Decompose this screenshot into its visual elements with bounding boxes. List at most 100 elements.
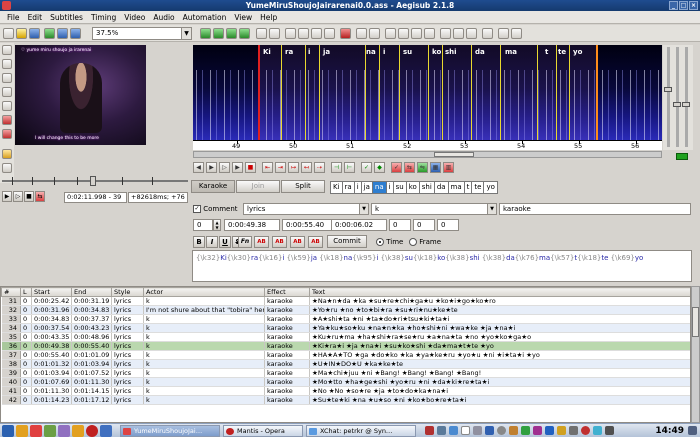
karaoke-boundary[interactable] <box>500 45 501 140</box>
home-folder-icon[interactable] <box>16 425 28 437</box>
table-row[interactable]: 39 0 0:01:03.94 0:01:07.52 lyrics k karaoke ★Ma… <box>1 368 690 378</box>
options-icon[interactable] <box>482 28 493 39</box>
shadow-color-button[interactable]: AB <box>308 236 323 248</box>
margin-right-field[interactable]: 0 <box>413 219 435 231</box>
minimize-button[interactable]: _ <box>669 1 678 10</box>
tray-icon[interactable] <box>557 426 566 435</box>
auto-scroll-icon[interactable]: ⇋ <box>417 162 428 173</box>
video-display[interactable]: ♡ yume miru shoujo ja irarenai I will ch… <box>15 45 146 145</box>
audio-selection[interactable] <box>258 45 596 140</box>
time-radio-dot[interactable] <box>376 238 384 246</box>
network-tray-icon[interactable] <box>437 426 446 435</box>
video-time-field[interactable]: 0:02:11.998 - 39 <box>64 192 127 203</box>
grid-sort-icon[interactable] <box>453 28 464 39</box>
autoscroll-icon[interactable]: ⇆ <box>35 191 45 202</box>
karaoke-boundary[interactable] <box>319 45 320 140</box>
subtitle-grid[interactable]: # L Start End Style Actor Effect Text 31… <box>0 286 691 423</box>
launcher-icon[interactable] <box>44 425 56 437</box>
menu-view[interactable]: View <box>230 13 256 22</box>
effect-field[interactable]: karaoke <box>499 203 691 215</box>
play-line-audio-icon[interactable]: ▶ <box>232 162 243 173</box>
timing-postprocessor-icon[interactable] <box>311 28 322 39</box>
secondary-color-button[interactable]: AB <box>272 236 287 248</box>
karaoke-syllable[interactable]: da <box>433 181 449 194</box>
play-500-before-icon[interactable]: ⇤ <box>262 162 273 173</box>
new-file-icon[interactable] <box>3 28 14 39</box>
karaoke-boundary[interactable] <box>556 45 557 140</box>
open-file-icon[interactable] <box>16 28 27 39</box>
bluetooth-tray-icon[interactable] <box>485 426 494 435</box>
table-row[interactable]: 33 0 0:00:34.83 0:00:37.37 lyrics k karaoke ★A★… <box>1 314 690 324</box>
karaoke-boundary[interactable] <box>305 45 306 140</box>
layer-spin[interactable]: 0 <box>193 219 213 231</box>
task-opera[interactable]: Mantis - Opera <box>223 425 303 437</box>
attachments-icon[interactable] <box>226 28 237 39</box>
kde-menu-icon[interactable] <box>2 425 14 437</box>
tray-icon[interactable] <box>449 426 458 435</box>
column-actor[interactable]: Actor <box>143 287 265 297</box>
drag-tool-icon[interactable] <box>2 59 12 69</box>
translation-icon[interactable] <box>285 28 296 39</box>
clip-icon[interactable] <box>2 115 12 125</box>
play-icon[interactable]: ▶ <box>2 191 12 202</box>
column-text[interactable]: Text <box>309 287 690 297</box>
menu-help[interactable]: Help <box>256 13 281 22</box>
column-start[interactable]: Start <box>31 287 72 297</box>
jump-start-icon[interactable] <box>57 28 68 39</box>
column-end[interactable]: End <box>71 287 112 297</box>
commit-check-icon[interactable]: ✓ <box>361 162 372 173</box>
app-icon[interactable] <box>2 1 11 10</box>
vector-clip-icon[interactable] <box>2 129 12 139</box>
medusa-mode-icon[interactable]: ▥ <box>443 162 454 173</box>
play-last-500-icon[interactable]: ↤ <box>301 162 312 173</box>
tray-icon[interactable] <box>581 426 590 435</box>
table-row[interactable]: 41 0 0:01:11.30 0:01:14.15 lyrics k karaoke ★No… <box>1 386 690 396</box>
lead-out-icon[interactable]: ⊢ <box>344 162 355 173</box>
outline-color-button[interactable]: AB <box>290 236 305 248</box>
audio-horizontal-scrollbar[interactable] <box>193 151 662 158</box>
table-row[interactable]: 42 0 0:01:14.23 0:01:17.12 lyrics k karaoke ★Su… <box>1 395 690 405</box>
karaoke-toggle-button[interactable]: Karaoke <box>191 180 235 193</box>
tray-icon[interactable] <box>593 426 602 435</box>
karaoke-boundary[interactable] <box>399 45 400 140</box>
rotate-z-icon[interactable] <box>2 73 12 83</box>
grid-vertical-scrollbar[interactable] <box>691 286 700 423</box>
tray-icon[interactable] <box>569 426 578 435</box>
zoom-select[interactable]: 37.5% ▼ <box>92 27 192 40</box>
clock[interactable]: 14:49 <box>655 425 684 437</box>
column-layer[interactable]: L <box>20 287 32 297</box>
karaoke-boundary[interactable] <box>471 45 472 140</box>
style-editor-icon[interactable] <box>269 28 280 39</box>
karaoke-boundary[interactable] <box>442 45 443 140</box>
menu-video[interactable]: Video <box>120 13 149 22</box>
play-selection-icon[interactable]: ▷ <box>219 162 230 173</box>
volume-slider[interactable] <box>682 47 690 147</box>
goto-icon[interactable]: ◆ <box>374 162 385 173</box>
table-row[interactable]: 37 0 0:00:55.40 0:01:01.09 lyrics k karaoke ★HA… <box>1 350 690 360</box>
comment-checkbox[interactable]: ✓ <box>193 205 201 213</box>
selection-end-marker[interactable] <box>596 45 598 140</box>
properties-icon[interactable] <box>213 28 224 39</box>
adjacent-icon[interactable] <box>424 28 435 39</box>
close-button[interactable]: × <box>689 1 698 10</box>
split-button[interactable]: Split <box>281 180 325 193</box>
font-button[interactable]: Fn <box>238 236 252 248</box>
launcher-icon[interactable] <box>58 425 70 437</box>
time-radio[interactable]: Time <box>376 238 403 246</box>
stop-audio-icon[interactable]: ■ <box>245 162 256 173</box>
tray-icon[interactable] <box>473 426 482 435</box>
zoom-in-icon[interactable] <box>70 28 81 39</box>
comment-checkbox-row[interactable]: ✓ Comment <box>193 205 238 213</box>
jump-to-icon[interactable] <box>44 28 55 39</box>
layer-spin-arrows[interactable]: ▲ ▼ <box>213 219 221 231</box>
karaoke-boundary[interactable] <box>569 45 570 140</box>
horizontal-zoom-slider[interactable] <box>664 47 672 147</box>
show-desktop-icon[interactable] <box>688 426 697 435</box>
prev-line-icon[interactable]: ◀ <box>193 162 204 173</box>
task-xchat[interactable]: XChat: petrkr @ Syn… <box>306 425 416 437</box>
play-500-after-icon[interactable]: ⇥ <box>275 162 286 173</box>
style-select[interactable]: lyrics ▼ <box>243 203 369 215</box>
audio-spectrum[interactable]: Ki ra i ja na i su ko shi da ma t te yo … <box>193 45 662 150</box>
column-number[interactable]: # <box>1 287 21 297</box>
commit-button[interactable]: Commit <box>327 235 367 248</box>
